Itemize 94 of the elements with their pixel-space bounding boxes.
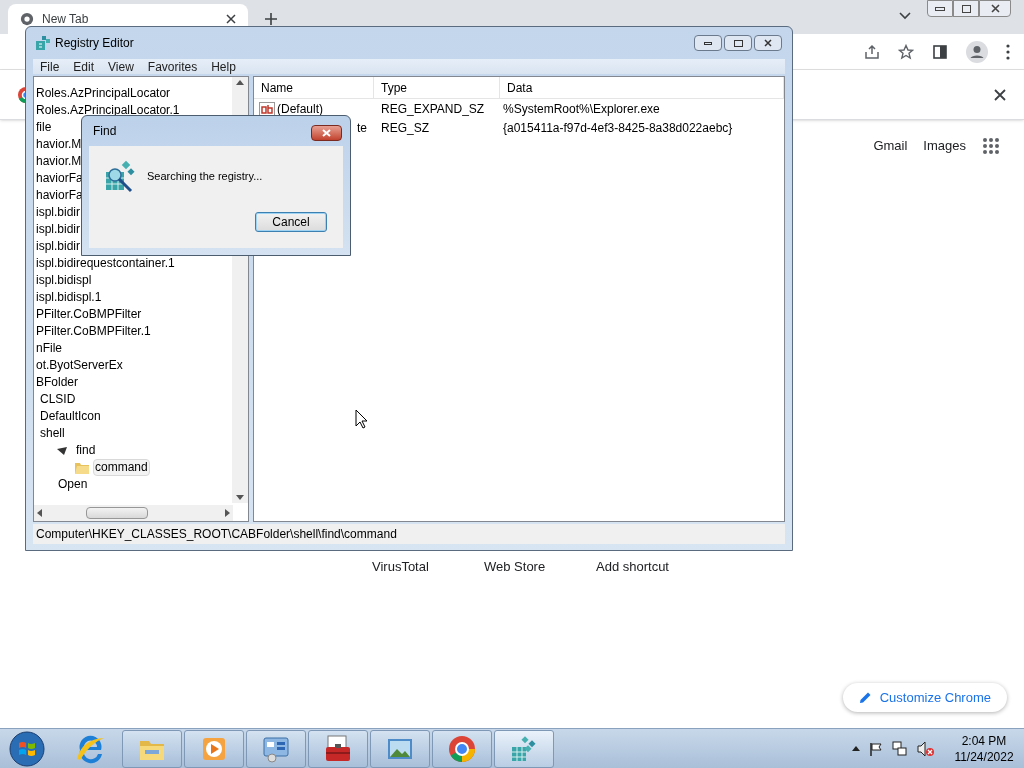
minimize-button[interactable] [927, 0, 953, 17]
tree-item[interactable]: ispl.bidispl [34, 272, 94, 289]
menu-item[interactable]: Favorites [147, 57, 198, 76]
tree-item[interactable]: ispl.bidispl.1 [34, 289, 104, 306]
search-status-text: Searching the registry... [147, 169, 263, 185]
window-title: Registry Editor [55, 35, 134, 52]
plus-icon[interactable] [264, 12, 278, 26]
expanded-arrow-icon[interactable] [56, 445, 68, 456]
clock[interactable]: 2:04 PM 11/24/2022 [950, 732, 1018, 765]
tree-item[interactable]: havior.M [34, 136, 84, 153]
tree-item[interactable]: haviorFa [34, 187, 85, 204]
header-link[interactable]: Images [923, 136, 966, 156]
clock-date: 11/24/2022 [954, 748, 1014, 765]
tree-item[interactable]: havior.M [34, 153, 84, 170]
restore-button[interactable] [953, 0, 979, 17]
header-link[interactable]: Gmail [873, 136, 908, 156]
share-icon[interactable] [864, 43, 880, 60]
menu-item[interactable]: Edit [73, 57, 95, 76]
status-bar-text: Computer\HKEY_CLASSES_ROOT\CABFolder\shell\find\command [36, 526, 397, 543]
pencil-icon [858, 691, 872, 704]
tree-item[interactable]: ispl.bidir [34, 238, 82, 255]
tab-title: New Tab [42, 11, 90, 28]
menu-item[interactable]: File [40, 57, 60, 76]
tree-item[interactable]: PFilter.CoBMPFilter [34, 306, 144, 323]
caret-icon[interactable] [899, 12, 911, 20]
close-button[interactable] [754, 35, 782, 51]
chrome-icon [20, 12, 34, 26]
registry-search-icon [103, 160, 136, 193]
tree-item[interactable]: CLSID [38, 391, 78, 408]
column-header[interactable]: Data [500, 77, 784, 98]
taskbar-button[interactable] [308, 729, 368, 768]
close-icon[interactable] [994, 88, 1006, 101]
tree-item[interactable]: BFolder [34, 374, 81, 391]
flag-icon[interactable] [869, 741, 883, 756]
side-panel-icon[interactable] [932, 43, 948, 60]
value-type: REG_SZ [380, 119, 430, 137]
customize-chrome-button[interactable]: Customize Chrome [842, 683, 1007, 712]
star-icon[interactable] [898, 43, 914, 60]
close-icon [764, 39, 772, 47]
start-button[interactable] [8, 729, 46, 768]
value-name: te [357, 119, 367, 137]
value-name: (Default) [277, 100, 323, 118]
shortcut-title[interactable]: VirusTotal [372, 558, 429, 574]
scroll-down-icon[interactable] [236, 495, 244, 500]
scroll-right-icon[interactable] [225, 509, 230, 517]
menu-item[interactable]: View [108, 57, 134, 76]
tree-item[interactable]: ispl.bidirequestcontainer.1 [34, 255, 177, 272]
registry-icon [35, 35, 51, 51]
string-value-icon [259, 101, 275, 116]
profile-icon[interactable] [966, 40, 988, 63]
tree-item[interactable]: PFilter.CoBMPFilter.1 [34, 323, 153, 340]
taskbar-button[interactable] [432, 729, 492, 768]
tree-item[interactable]: haviorFa [34, 170, 85, 187]
column-header[interactable]: Name [254, 77, 374, 98]
value-type: REG_EXPAND_SZ [380, 100, 486, 118]
close-button[interactable] [311, 125, 342, 141]
close-icon[interactable] [226, 14, 236, 24]
tree-item[interactable]: find [74, 442, 98, 459]
column-header[interactable]: Type [374, 77, 500, 98]
maximize-button[interactable] [724, 35, 752, 51]
menu-item[interactable]: Help [211, 57, 236, 76]
shortcut-title[interactable]: Add shortcut [596, 558, 669, 574]
folder-icon [74, 460, 90, 475]
tree-item[interactable]: ot.ByotServerEx [34, 357, 125, 374]
scroll-thumb[interactable] [86, 507, 148, 519]
tree-item[interactable]: file [34, 119, 54, 136]
close-icon [322, 129, 331, 137]
minimize-button[interactable] [694, 35, 722, 51]
scroll-up-icon[interactable] [236, 80, 244, 85]
close-icon [990, 4, 1000, 13]
muted-speaker-icon[interactable] [917, 740, 935, 757]
tree-item[interactable]: shell [38, 425, 67, 442]
tree-item[interactable]: command [93, 459, 150, 476]
tree-item[interactable]: Roles.AzPrincipalLocator [34, 85, 173, 102]
shortcut-title[interactable]: Web Store [484, 558, 546, 574]
tree-item[interactable]: Roles.AzPrincipalLocator.1 [34, 102, 182, 119]
tree-item[interactable]: ispl.bidir [34, 204, 82, 221]
taskbar-button[interactable] [246, 729, 306, 768]
menu-icon[interactable] [1006, 43, 1010, 60]
network-icon[interactable] [892, 740, 908, 757]
tree-item[interactable]: DefaultIcon [38, 408, 103, 425]
scroll-left-icon[interactable] [37, 509, 42, 517]
cancel-button[interactable]: Cancel [255, 212, 327, 232]
value-data: {a015411a-f97d-4ef3-8425-8a38d022aebc} [502, 119, 734, 137]
tree-item[interactable]: nFile [34, 340, 64, 357]
mouse-cursor [355, 409, 368, 429]
apps-grid-icon[interactable] [982, 136, 1000, 155]
tree-item[interactable]: ispl.bidir [34, 221, 82, 238]
close-button[interactable] [979, 0, 1011, 17]
tree-item[interactable]: Open [56, 476, 90, 493]
show-hidden-icons-icon[interactable] [852, 746, 860, 751]
dialog-title: Find [93, 123, 117, 140]
clock-time: 2:04 PM [961, 732, 1007, 749]
value-data: %SystemRoot%\Explorer.exe [502, 100, 661, 118]
